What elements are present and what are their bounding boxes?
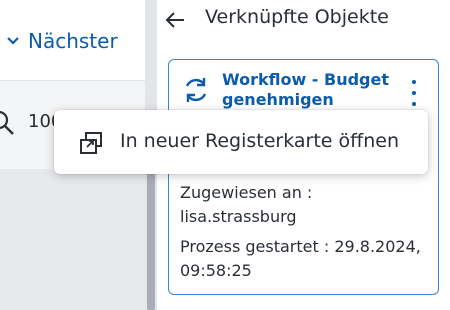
left-content-area: [0, 169, 145, 310]
workflow-sync-icon: [185, 78, 207, 102]
process-started-label: Prozess gestartet : 29.8.2024,: [180, 237, 421, 256]
chevron-down-icon: [7, 37, 19, 45]
panel-title: Verknüpfte Objekte: [205, 6, 389, 28]
next-button[interactable]: Nächster: [6, 24, 118, 58]
menu-item-open-in-new-tab[interactable]: In neuer Registerkarte öffnen: [54, 110, 428, 174]
process-started-time: 09:58:25: [180, 261, 252, 280]
context-menu: In neuer Registerkarte öffnen: [54, 110, 428, 174]
assigned-user: lisa.strassburg: [180, 207, 297, 226]
open-in-new-tab-icon: [80, 132, 102, 154]
menu-item-label: In neuer Registerkarte öffnen: [120, 130, 400, 152]
scrollbar-thumb[interactable]: [147, 170, 155, 310]
next-button-label: Nächster: [28, 29, 118, 53]
left-toolbar: Nächster: [0, 0, 145, 80]
back-arrow-icon[interactable]: [163, 8, 187, 32]
more-options-icon[interactable]: [406, 80, 422, 106]
search-icon[interactable]: [0, 109, 18, 139]
workflow-title-link[interactable]: Workflow - Budget genehmigen: [222, 70, 402, 110]
assigned-label: Zugewiesen an :: [180, 183, 313, 202]
